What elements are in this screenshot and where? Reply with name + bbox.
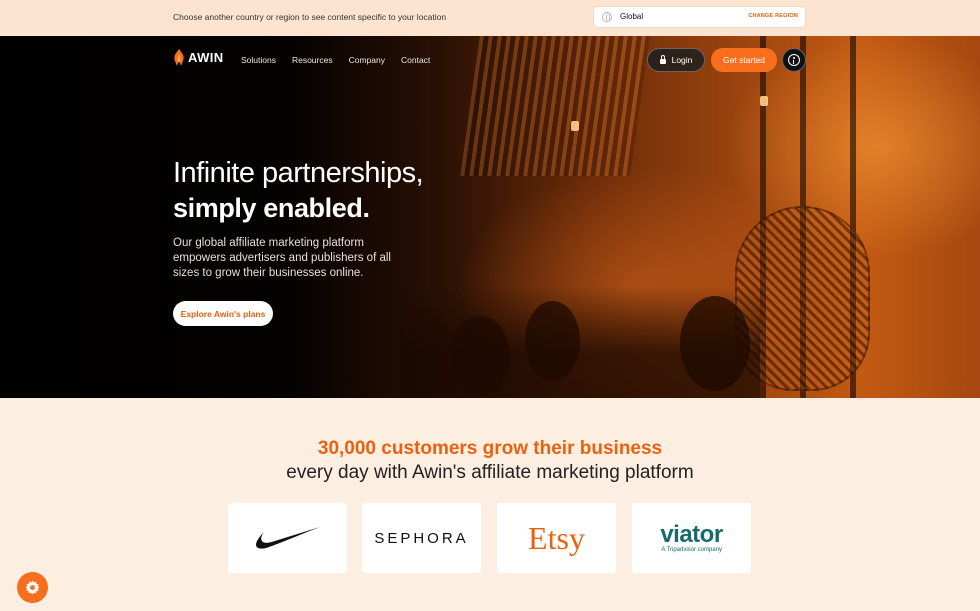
get-started-button[interactable]: Get started [711, 48, 777, 72]
brand-card-viator: viator A Tripadvisor company [632, 503, 751, 573]
nike-swoosh-icon [255, 527, 320, 549]
hero-background-lamp [571, 121, 579, 131]
hero-person-silhouette [525, 301, 580, 381]
logo-text: AWIN [188, 50, 224, 65]
hero-background-people [400, 286, 760, 398]
explore-plans-button[interactable]: Explore Awin's plans [173, 301, 273, 326]
awin-flame-icon [174, 49, 184, 66]
globe-icon [602, 12, 612, 22]
hero-title-line1: Infinite partnerships, [173, 157, 424, 189]
brand-logo-etsy: Etsy [528, 519, 585, 556]
viator-wordmark: viator [660, 521, 723, 548]
region-bar: Choose another country or region to see … [0, 0, 980, 36]
lock-icon [659, 55, 666, 64]
hero-background-slats [460, 36, 650, 176]
login-label: Login [671, 55, 693, 65]
awin-logo[interactable]: AWIN [173, 49, 224, 66]
brand-card-nike [228, 503, 347, 573]
brand-logo-viator: viator A Tripadvisor company [660, 521, 723, 554]
nav-item-solutions[interactable]: Solutions [241, 55, 276, 65]
change-region-link[interactable]: CHANGE REGION [748, 13, 798, 19]
hero-person-silhouette [680, 296, 750, 391]
hero-section: AWIN Solutions Resources Company Contact… [0, 36, 980, 398]
accessibility-icon [788, 54, 800, 66]
region-value: Global [620, 12, 644, 21]
main-nav: Solutions Resources Company Contact [241, 55, 430, 65]
brand-logo-sephora: SEPHORA [374, 529, 469, 547]
nav-item-contact[interactable]: Contact [401, 55, 430, 65]
nav-item-company[interactable]: Company [349, 55, 385, 65]
hero-description: Our global affiliate marketing platform … [173, 237, 391, 279]
settings-gear-icon [25, 580, 40, 595]
customers-title: 30,000 customers grow their business [317, 438, 663, 459]
customers-subtitle: every day with Awin's affiliate marketin… [286, 462, 694, 483]
hero-person-silhouette [450, 316, 510, 396]
hero-title-line2: simply enabled. [173, 193, 370, 223]
viator-tagline: A Tripadvisor company [661, 547, 723, 553]
cookie-settings-button[interactable] [17, 572, 48, 603]
nav-item-resources[interactable]: Resources [292, 55, 333, 65]
hero-background-lamp [760, 96, 768, 106]
login-button[interactable]: Login [647, 48, 705, 72]
region-selector[interactable]: Global CHANGE REGION [594, 7, 805, 27]
region-message: Choose another country or region to see … [173, 12, 447, 22]
brand-card-etsy: Etsy [497, 503, 616, 573]
accessibility-button[interactable] [782, 48, 806, 72]
brand-card-sephora: SEPHORA [362, 503, 481, 573]
